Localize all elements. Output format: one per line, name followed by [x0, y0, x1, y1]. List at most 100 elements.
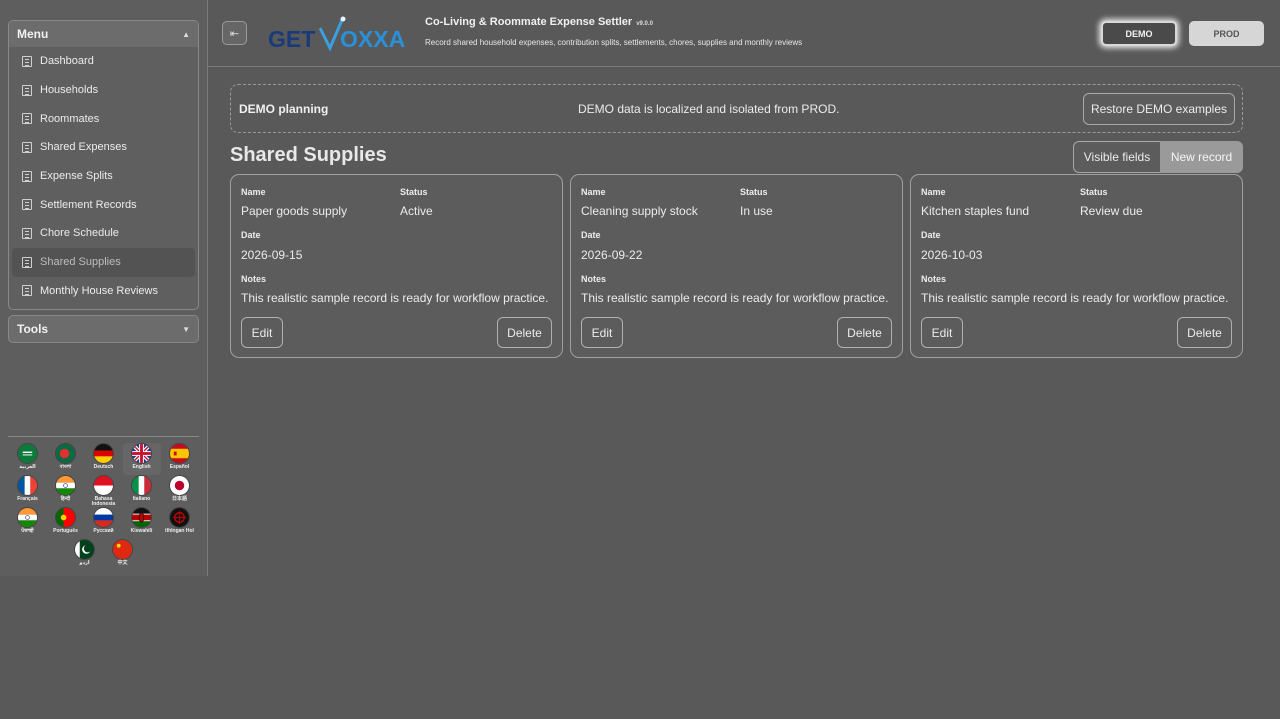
getvoxxa-logo: GET OXXA [268, 16, 405, 52]
language-label: Deutsch [93, 464, 114, 470]
name-label: Name [921, 187, 946, 197]
document-icon [22, 84, 32, 96]
language-label: 中文 [117, 560, 128, 566]
new-record-button[interactable]: New record [1160, 141, 1243, 173]
document-icon [22, 199, 32, 211]
language-urdu[interactable]: اردو [66, 539, 104, 571]
language-label: اردو [79, 560, 90, 566]
flag-fr-icon [17, 475, 38, 496]
sidebar-item-label: Dashboard [40, 55, 94, 68]
delete-button[interactable]: Delete [837, 317, 892, 348]
notes-label: Notes [241, 274, 267, 284]
record-name: Kitchen staples fund [921, 204, 1030, 218]
language-label: tlhIngan Hol [165, 528, 194, 534]
sidebar-item-dashboard[interactable]: Dashboard [12, 47, 195, 76]
record-name: Paper goods supply [241, 204, 348, 218]
sidebar-item-roommates[interactable]: Roommates [12, 104, 195, 133]
flag-it-icon [131, 475, 152, 496]
language-russian[interactable]: Русский [85, 507, 123, 539]
date-label: Date [921, 230, 941, 240]
language-french[interactable]: Français [9, 475, 47, 507]
sidebar-item-monthly-house-reviews[interactable]: Monthly House Reviews [12, 277, 195, 306]
record-card: Name Paper goods supply Status Active Da… [230, 174, 563, 358]
svg-text:GET: GET [268, 26, 315, 52]
menu-header[interactable]: Menu ▲ [9, 21, 198, 47]
record-date: 2026-09-22 [581, 248, 643, 262]
flag-pk-icon [74, 539, 95, 560]
edit-button[interactable]: Edit [921, 317, 963, 348]
sidebar-item-chore-schedule[interactable]: Chore Schedule [12, 219, 195, 248]
language-indonesian[interactable]: Bahasa Indonesia [85, 475, 123, 507]
language-chinese[interactable]: 中文 [104, 539, 142, 571]
visible-fields-button[interactable]: Visible fields [1073, 141, 1161, 173]
sidebar-item-label: Shared Expenses [40, 141, 127, 154]
flag-id-icon [93, 475, 114, 496]
collapse-sidebar-button[interactable]: ⇤ [222, 21, 247, 45]
record-notes: This realistic sample record is ready fo… [921, 291, 1229, 305]
notes-label: Notes [921, 274, 947, 284]
language-punjabi[interactable]: ਪੰਜਾਬੀ [9, 507, 47, 539]
language-spanish[interactable]: Español [161, 443, 199, 475]
name-label: Name [581, 187, 606, 197]
language-label: Español [169, 464, 190, 470]
language-label: ਪੰਜਾਬੀ [21, 528, 34, 534]
language-german[interactable]: Deutsch [85, 443, 123, 475]
record-name: Cleaning supply stock [581, 204, 698, 218]
language-portuguese[interactable]: Português [47, 507, 85, 539]
language-klingon[interactable]: tlhIngan Hol [161, 507, 199, 539]
sidebar-item-label: Households [40, 84, 99, 97]
demo-mode-button[interactable]: DEMO [1101, 21, 1177, 46]
language-english[interactable]: English [122, 443, 161, 475]
language-bengali[interactable]: বাংলা [47, 443, 85, 475]
sidebar-item-label: Shared Supplies [40, 256, 121, 269]
name-label: Name [241, 187, 266, 197]
language-label: 日本語 [171, 496, 187, 502]
flag-bd-icon [55, 443, 76, 464]
caret-down-icon: ▼ [182, 324, 190, 334]
edit-button[interactable]: Edit [581, 317, 623, 348]
menu-panel: Menu ▲ Dashboard Households Roommates Sh… [8, 20, 199, 310]
date-label: Date [581, 230, 601, 240]
flag-ru-icon [93, 507, 114, 528]
delete-button[interactable]: Delete [1177, 317, 1232, 348]
record-card: Name Cleaning supply stock Status In use… [570, 174, 903, 358]
tools-title: Tools [17, 322, 49, 336]
flag-ke-icon [131, 507, 152, 528]
app-subtitle: Record shared household expenses, contri… [425, 38, 803, 47]
sidebar-item-settlement-records[interactable]: Settlement Records [12, 190, 195, 219]
sidebar-item-households[interactable]: Households [12, 76, 195, 105]
status-label: Status [400, 187, 428, 197]
prod-mode-button[interactable]: PROD [1189, 21, 1264, 46]
edit-button[interactable]: Edit [241, 317, 283, 348]
sidebar-item-label: Expense Splits [40, 170, 113, 183]
flag-cn-icon [112, 539, 133, 560]
sidebar-item-expense-splits[interactable]: Expense Splits [12, 162, 195, 191]
page-title: Shared Supplies [230, 144, 387, 166]
language-swahili[interactable]: Kiswahili [123, 507, 161, 539]
language-japanese[interactable]: 日本語 [161, 475, 199, 507]
language-hindi[interactable]: हिन्दी [47, 475, 85, 507]
language-label: Bahasa Indonesia [91, 496, 116, 507]
restore-demo-button[interactable]: Restore DEMO examples [1083, 93, 1235, 125]
record-notes: This realistic sample record is ready fo… [241, 291, 549, 305]
sidebar: Menu ▲ Dashboard Households Roommates Sh… [0, 0, 208, 576]
language-label: Português [53, 528, 78, 534]
language-arabic[interactable]: العربية [9, 443, 47, 475]
record-date: 2026-10-03 [921, 248, 983, 262]
language-label: বাংলা [59, 464, 72, 470]
record-date: 2026-09-15 [241, 248, 303, 262]
flag-jp-icon [169, 475, 190, 496]
document-icon [22, 141, 32, 153]
status-label: Status [1080, 187, 1108, 197]
document-icon [22, 170, 32, 182]
document-icon [22, 55, 32, 67]
document-icon [22, 285, 32, 297]
tools-header[interactable]: Tools ▼ [8, 315, 199, 343]
language-italian[interactable]: Italiano [123, 475, 161, 507]
flag-de-icon [93, 443, 114, 464]
sidebar-item-label: Monthly House Reviews [40, 284, 158, 297]
delete-button[interactable]: Delete [497, 317, 552, 348]
sidebar-item-shared-supplies[interactable]: Shared Supplies [12, 247, 195, 277]
sidebar-item-shared-expenses[interactable]: Shared Expenses [12, 133, 195, 162]
flag-pt-icon [55, 507, 76, 528]
